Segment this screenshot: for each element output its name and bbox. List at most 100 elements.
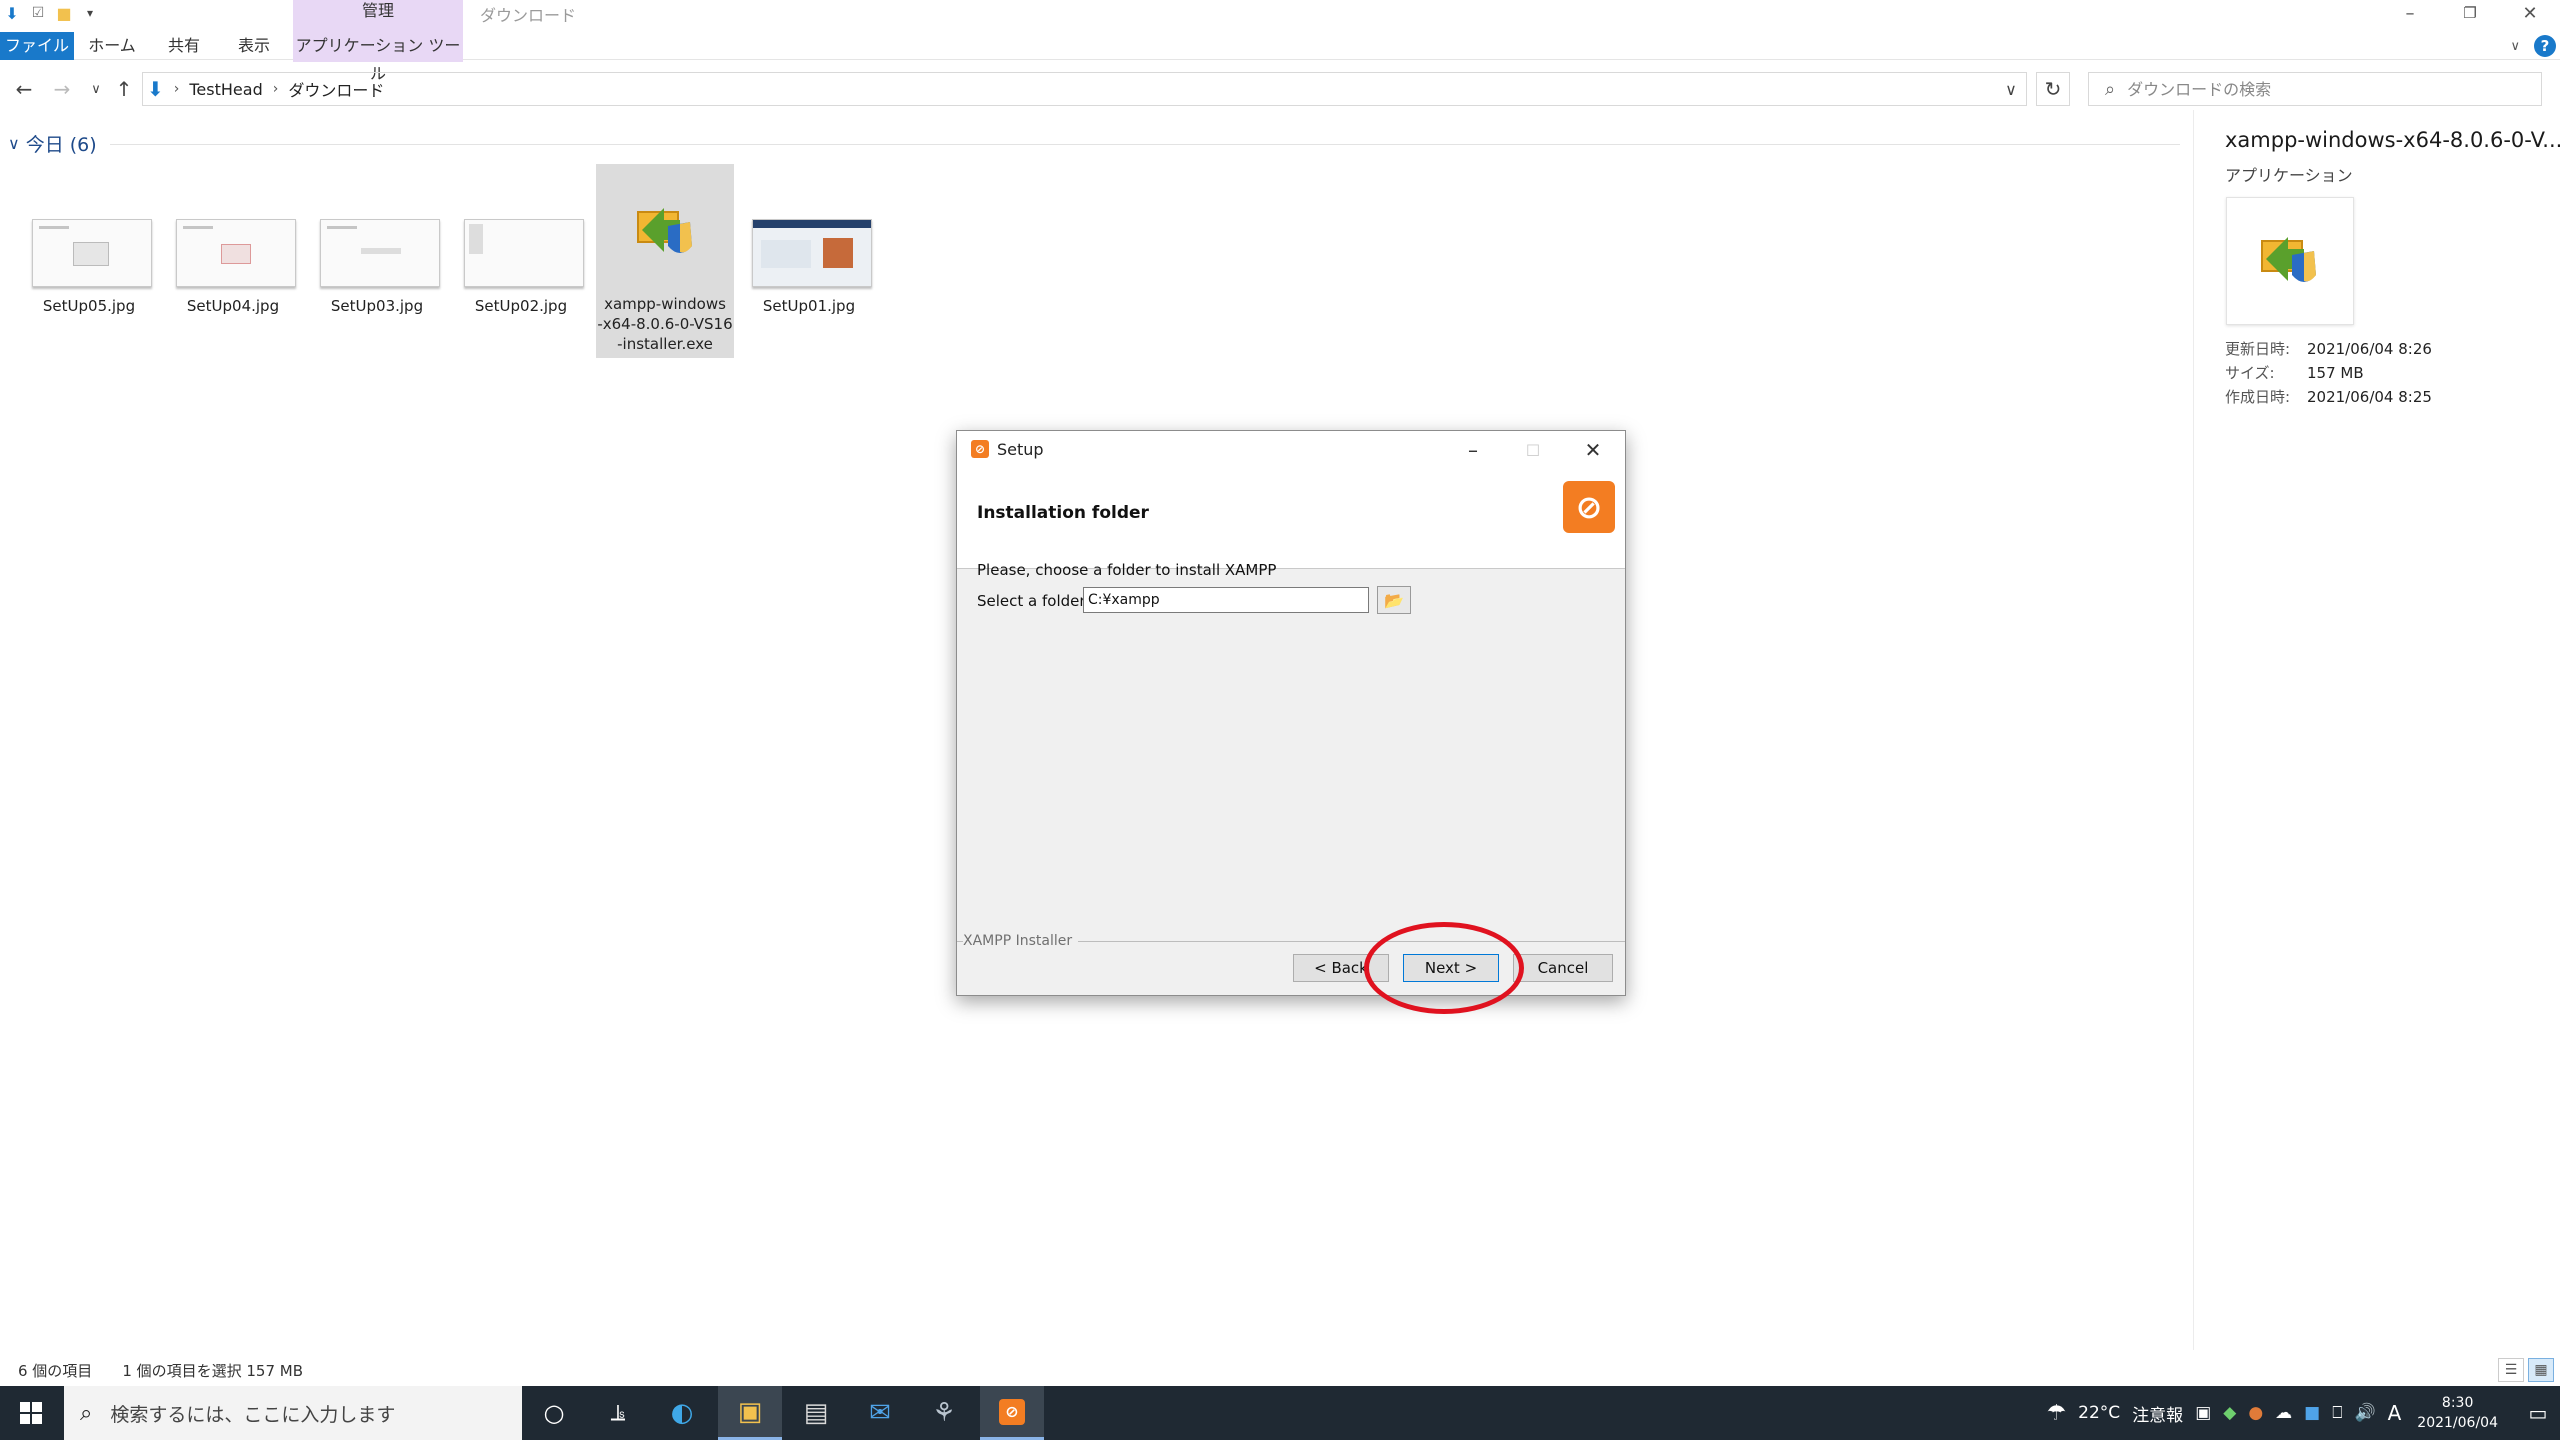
file-explorer-icon[interactable]: ▣ xyxy=(718,1386,782,1440)
breadcrumb-downloads[interactable]: ダウンロード xyxy=(288,77,384,101)
address-dropdown-icon[interactable]: ∨ xyxy=(1996,73,2026,105)
details-modified-row: 更新日時: 2021/06/04 8:26 xyxy=(2225,338,2432,359)
search-box[interactable]: ⌕ xyxy=(2088,72,2542,106)
details-view-icon[interactable]: ☰ xyxy=(2498,1358,2524,1382)
app-tray-icon[interactable]: ● xyxy=(2248,1403,2263,1423)
back-arrow-icon[interactable]: ← xyxy=(10,70,38,108)
breadcrumb-testhead[interactable]: TestHead xyxy=(189,80,262,99)
edge-browser-icon[interactable]: ◐ xyxy=(650,1386,714,1440)
file-item[interactable]: SetUp04.jpg xyxy=(164,164,302,358)
folder-input[interactable] xyxy=(1083,587,1369,613)
search-input[interactable] xyxy=(2127,79,2508,99)
expand-ribbon-icon[interactable]: ∨ xyxy=(2510,39,2520,54)
details-pane-divider[interactable] xyxy=(2193,110,2194,1350)
start-button[interactable] xyxy=(0,1386,62,1440)
up-arrow-icon[interactable]: ↑ xyxy=(110,70,138,108)
browse-folder-button[interactable]: 📂 xyxy=(1377,586,1411,614)
minimize-button[interactable]: – xyxy=(2380,0,2440,26)
file-name: SetUp04.jpg xyxy=(186,297,280,315)
refresh-icon[interactable]: ↻ xyxy=(2036,72,2070,106)
onedrive-icon[interactable]: ☁ xyxy=(2275,1403,2292,1423)
taskbar-search-placeholder: 検索するには、ここに入力します xyxy=(110,1403,396,1426)
group-header[interactable]: ∨ 今日 (6) xyxy=(8,130,97,156)
clock[interactable]: 8:30 2021/06/04 xyxy=(2417,1393,2498,1433)
status-item-count: 6 個の項目 xyxy=(18,1361,93,1380)
close-button[interactable]: ✕ xyxy=(2500,0,2560,26)
image-thumbnail xyxy=(320,219,440,287)
tab-home[interactable]: ホーム xyxy=(84,32,140,60)
cancel-button[interactable]: Cancel xyxy=(1513,954,1613,982)
details-preview xyxy=(2226,197,2354,325)
image-thumbnail xyxy=(176,219,296,287)
help-icon[interactable]: ? xyxy=(2534,35,2556,57)
dialog-heading: Installation folder xyxy=(977,503,1149,523)
ime-indicator[interactable]: A xyxy=(2388,1401,2402,1425)
paint-icon[interactable]: ⚘ xyxy=(912,1386,976,1440)
dialog-prompt: Please, choose a folder to install XAMPP xyxy=(977,561,1277,579)
file-item[interactable]: SetUp05.jpg xyxy=(20,164,158,358)
dialog-minimize-button[interactable]: – xyxy=(1443,431,1503,469)
security-icon[interactable]: ◆ xyxy=(2223,1403,2236,1423)
customize-qat-icon[interactable]: ▾ xyxy=(80,3,100,23)
details-key: 作成日時: xyxy=(2225,388,2291,406)
chevron-down-icon[interactable]: ∨ xyxy=(8,134,20,153)
search-icon: ⌕ xyxy=(2105,78,2116,100)
tab-share[interactable]: 共有 xyxy=(156,32,212,60)
new-folder-icon[interactable]: ■ xyxy=(54,3,74,23)
downloads-folder-icon: ⬇ xyxy=(147,77,164,101)
xampp-logo-icon: ⊘ xyxy=(1563,481,1615,533)
large-icons-view-icon[interactable]: ▦ xyxy=(2528,1358,2554,1382)
dialog-close-button[interactable]: ✕ xyxy=(1563,431,1623,469)
title-bar: ⬇ ☑ ■ ▾ 管理 ダウンロード – ❐ ✕ xyxy=(0,0,2560,62)
image-thumbnail xyxy=(752,219,872,287)
weather-icon[interactable]: ☂ xyxy=(2046,1401,2066,1426)
status-selection: 1 個の項目を選択 157 MB xyxy=(122,1361,304,1380)
address-bar[interactable]: ⬇ › TestHead › ダウンロード ∨ xyxy=(142,72,2027,106)
cortana-icon[interactable]: ○ xyxy=(522,1386,586,1440)
mail-icon[interactable]: ✉ xyxy=(848,1386,912,1440)
restore-button[interactable]: ❐ xyxy=(2440,0,2500,26)
details-created-row: 作成日時: 2021/06/04 8:25 xyxy=(2225,386,2432,407)
weather-alert[interactable]: 注意報 xyxy=(2132,1401,2183,1426)
xampp-installer-icon xyxy=(2261,237,2316,282)
file-item[interactable]: SetUp01.jpg xyxy=(740,164,878,358)
group-divider xyxy=(110,144,2180,145)
meet-now-icon[interactable]: ▣ xyxy=(2195,1403,2211,1423)
file-item[interactable]: SetUp03.jpg xyxy=(308,164,446,358)
window-title: ダウンロード xyxy=(480,6,577,25)
tray-app-icon[interactable]: ■ xyxy=(2304,1403,2320,1423)
details-key: サイズ: xyxy=(2225,364,2275,382)
task-view-icon[interactable]: ⫡ xyxy=(586,1386,650,1440)
breadcrumb-separator-icon[interactable]: › xyxy=(273,81,279,97)
details-file-name: xampp-windows-x64-8.0.6-0-V... xyxy=(2225,128,2560,152)
forward-arrow-icon[interactable]: → xyxy=(48,70,76,108)
dialog-title-bar[interactable]: ⊘ Setup – ☐ ✕ xyxy=(957,431,1625,469)
windows-logo-icon xyxy=(20,1402,42,1424)
tab-file[interactable]: ファイル xyxy=(0,32,74,60)
window-controls: – ❐ ✕ xyxy=(2380,0,2560,26)
clock-time: 8:30 xyxy=(2441,1395,2474,1411)
taskbar-search-box[interactable]: ⌕ 検索するには、ここに入力します xyxy=(64,1386,522,1440)
volume-icon[interactable]: 🔊 xyxy=(2354,1403,2375,1423)
file-item[interactable]: SetUp02.jpg xyxy=(452,164,590,358)
details-value: 157 MB xyxy=(2307,364,2364,382)
details-file-type: アプリケーション xyxy=(2225,166,2353,185)
properties-icon[interactable]: ☑ xyxy=(28,3,48,23)
network-icon[interactable]: ⎕ xyxy=(2332,1403,2342,1423)
file-name: SetUp02.jpg xyxy=(474,297,568,315)
weather-temperature[interactable]: 22°C xyxy=(2078,1403,2120,1423)
file-name: SetUp05.jpg xyxy=(42,297,136,315)
tab-app-tools[interactable]: アプリケーション ツール xyxy=(293,32,463,83)
dialog-maximize-button: ☐ xyxy=(1525,440,1541,460)
notification-center-icon[interactable]: ▭ xyxy=(2516,1386,2560,1440)
recent-locations-icon[interactable]: ∨ xyxy=(82,70,110,108)
microsoft-store-icon[interactable]: ▤ xyxy=(784,1386,848,1440)
download-arrow-icon[interactable]: ⬇ xyxy=(2,3,22,23)
dialog-footer-label: XAMPP Installer xyxy=(963,933,1079,949)
tab-view[interactable]: 表示 xyxy=(226,32,282,60)
xampp-taskbar-icon[interactable]: ⊘ xyxy=(980,1386,1044,1440)
details-value: 2021/06/04 8:26 xyxy=(2307,340,2432,358)
file-name: SetUp03.jpg xyxy=(330,297,424,315)
file-item-selected[interactable]: xampp-windows -x64-8.0.6-0-VS16 -install… xyxy=(596,164,734,358)
breadcrumb-separator-icon[interactable]: › xyxy=(174,81,180,97)
